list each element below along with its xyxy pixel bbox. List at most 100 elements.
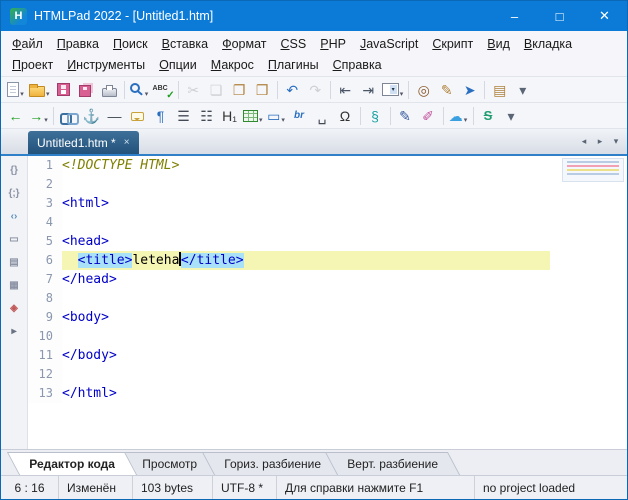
code-line[interactable]: 8: [28, 289, 627, 308]
code-line[interactable]: 7</head>: [28, 270, 627, 289]
menu-плагины[interactable]: Плагины: [261, 56, 326, 74]
menu-вид[interactable]: Вид: [480, 35, 517, 53]
insert-anchor-button[interactable]: ⚓: [80, 105, 103, 127]
outdent-button[interactable]: ⇤: [334, 79, 357, 101]
code-line[interactable]: 10: [28, 327, 627, 346]
minimize-button[interactable]: –: [492, 1, 537, 31]
code-line[interactable]: 3<html>: [28, 194, 627, 213]
save-all-button[interactable]: [75, 79, 98, 101]
dropdown-arrow-icon: ▾: [20, 90, 24, 101]
line-number: 11: [28, 346, 62, 365]
menu-формат[interactable]: Формат: [215, 35, 273, 53]
new-file-button[interactable]: ▾: [4, 79, 27, 101]
library-button[interactable]: ▦: [3, 275, 25, 295]
insert-hr-button[interactable]: —: [103, 105, 126, 127]
menu-вставка[interactable]: Вставка: [155, 35, 215, 53]
special-characters-button[interactable]: Ω: [334, 105, 357, 127]
save-file-button[interactable]: [52, 79, 75, 101]
full-screen-button[interactable]: ▤: [488, 79, 511, 101]
tab-scroll-left-button[interactable]: ◂: [577, 136, 591, 147]
code-clips-button[interactable]: {}: [3, 160, 25, 180]
code-line[interactable]: 1<!DOCTYPE HTML>: [28, 156, 627, 175]
insert-heading-button[interactable]: H₁: [218, 105, 241, 127]
strikethrough-button[interactable]: S: [477, 105, 500, 127]
insert-link-button[interactable]: [57, 105, 80, 127]
find-in-files-button[interactable]: ◎: [412, 79, 435, 101]
code-line[interactable]: 13</html>: [28, 384, 627, 403]
menu-опции[interactable]: Опции: [152, 56, 204, 74]
toolbar-separator: [443, 107, 444, 125]
undo-button[interactable]: ↶: [281, 79, 304, 101]
minimap[interactable]: [562, 158, 624, 182]
line-code: </body>: [62, 346, 627, 365]
indent-button[interactable]: ⇥: [357, 79, 380, 101]
insert-table-button[interactable]: ▾: [241, 105, 265, 127]
maximize-button[interactable]: □: [537, 1, 582, 31]
insert-br-button[interactable]: br: [288, 105, 311, 127]
menu-проект[interactable]: Проект: [5, 56, 60, 74]
code-templates-button[interactable]: ▾: [380, 79, 406, 101]
paste-button[interactable]: ❐: [228, 79, 251, 101]
snippets-button[interactable]: §: [364, 105, 387, 127]
code-explorer-button[interactable]: ▭: [3, 229, 25, 249]
css-clips-button[interactable]: {;}: [3, 183, 25, 203]
code-line[interactable]: 11</body>: [28, 346, 627, 365]
menu-макрос[interactable]: Макрос: [204, 56, 261, 74]
view-tab-code-editor[interactable]: Редактор кода: [7, 452, 137, 475]
tab-list-button[interactable]: ▾: [609, 136, 623, 147]
menu-css[interactable]: CSS: [274, 35, 314, 53]
bookmarks-button[interactable]: ◈: [3, 298, 25, 318]
browse-forward-button[interactable]: →▾: [27, 105, 50, 127]
spell-check-button[interactable]: ABC✓: [151, 79, 175, 101]
menu-файл[interactable]: Файл: [5, 35, 50, 53]
insert-paragraph-button[interactable]: ¶: [149, 105, 172, 127]
menu-php[interactable]: PHP: [313, 35, 353, 53]
line-number: 6: [28, 251, 62, 270]
toolbar-overflow-2-button[interactable]: ▾: [500, 105, 523, 127]
menu-javascript[interactable]: JavaScript: [353, 35, 425, 53]
insert-nbsp-button[interactable]: ␣: [311, 105, 334, 127]
app-logo-icon: H: [10, 8, 27, 25]
menu-вкладка[interactable]: Вкладка: [517, 35, 579, 53]
menu-поиск[interactable]: Поиск: [106, 35, 155, 53]
browse-back-button[interactable]: ←: [4, 105, 27, 127]
form-elements-button[interactable]: ▭▾: [265, 105, 288, 127]
search-button[interactable]: ▾: [128, 79, 151, 101]
paste-as-html-button[interactable]: ❒: [251, 79, 274, 101]
dropdown-arrow-icon: ▾: [259, 116, 263, 127]
menu-скрипт[interactable]: Скрипт: [425, 35, 480, 53]
open-file-button[interactable]: ▾: [27, 79, 52, 101]
menu-инструменты[interactable]: Инструменты: [60, 56, 152, 74]
document-tab[interactable]: Untitled1.htm *×: [28, 131, 139, 154]
code-lines: 1<!DOCTYPE HTML>23<html>45<head>6 <title…: [28, 156, 627, 403]
code-line[interactable]: 5<head>: [28, 232, 627, 251]
numbered-list-button[interactable]: ☷: [195, 105, 218, 127]
code-line[interactable]: 4: [28, 213, 627, 232]
view-tab-vertical-split[interactable]: Верт. разбиение: [325, 452, 460, 475]
collapse-panel-button[interactable]: ▸: [3, 321, 25, 341]
code-line[interactable]: 6 <title>leteha</title>: [28, 251, 627, 270]
tab-close-icon[interactable]: ×: [124, 137, 130, 148]
bullet-list-button[interactable]: ☰: [172, 105, 195, 127]
code-line[interactable]: 12: [28, 365, 627, 384]
code-line[interactable]: 9<body>: [28, 308, 627, 327]
open-in-browser-button[interactable]: ➤: [458, 79, 481, 101]
insert-comment-button[interactable]: [126, 105, 149, 127]
code-snippets-button[interactable]: ‹›: [3, 206, 25, 226]
cloud-button[interactable]: ☁▾: [447, 105, 470, 127]
print-button[interactable]: [98, 79, 121, 101]
menu-справка[interactable]: Справка: [326, 56, 389, 74]
dictionary-button[interactable]: ▤: [3, 252, 25, 272]
tab-scroll-right-button[interactable]: ▸: [593, 136, 607, 147]
line-number: 2: [28, 175, 62, 194]
view-tab-horizontal-split[interactable]: Гориз. разбиение: [201, 452, 342, 475]
code-line[interactable]: 2: [28, 175, 627, 194]
menu-правка[interactable]: Правка: [50, 35, 106, 53]
live-spell-button[interactable]: ✎: [435, 79, 458, 101]
line-code: </head>: [62, 270, 627, 289]
toolbar-overflow-button[interactable]: ▾: [511, 79, 534, 101]
format-painter-button[interactable]: ✐: [417, 105, 440, 127]
color-picker-button[interactable]: ✎: [394, 105, 417, 127]
close-button[interactable]: ✕: [582, 1, 627, 31]
code-editor[interactable]: 1<!DOCTYPE HTML>23<html>45<head>6 <title…: [28, 156, 627, 449]
